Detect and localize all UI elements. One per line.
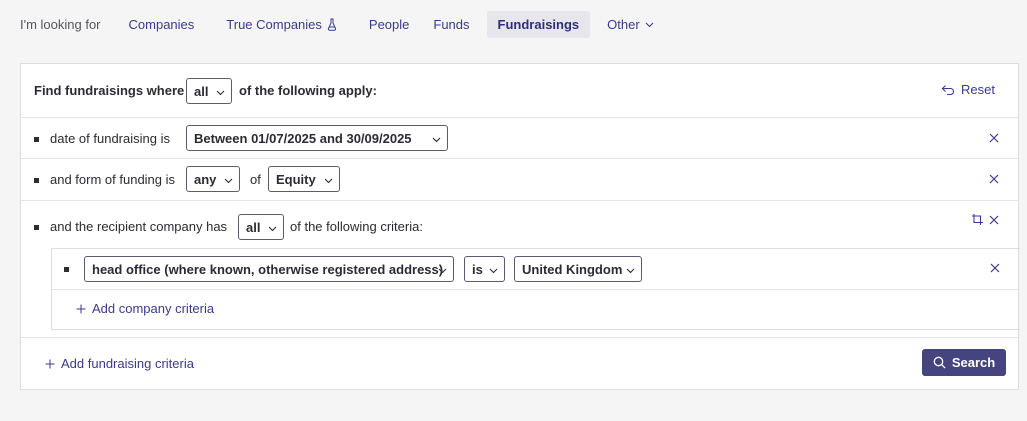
crop-icon[interactable] (971, 213, 984, 226)
remove-criterion-icon[interactable] (988, 132, 1000, 144)
reset-button[interactable]: Reset (941, 82, 995, 97)
search-button[interactable]: Search (922, 349, 1006, 376)
add-company-criteria-button[interactable]: Add company criteria (76, 301, 214, 316)
chevron-down-icon (432, 137, 441, 143)
undo-icon (941, 84, 954, 95)
search-type-nav: I'm looking for Companies True Companies… (20, 11, 665, 38)
query-intro: Find fundraisings where (34, 83, 185, 98)
criterion-label: and form of funding is (50, 172, 176, 187)
chevron-down-icon (224, 178, 233, 184)
flask-icon (327, 18, 337, 31)
bullet (64, 267, 69, 272)
criterion-suffix: of the following criteria: (290, 219, 423, 234)
company-value-select[interactable]: United Kingdom (514, 256, 642, 282)
query-suffix: of the following apply: (239, 83, 377, 98)
remove-criterion-icon[interactable] (988, 173, 1000, 185)
company-field-select[interactable]: head office (where known, otherwise regi… (84, 256, 454, 282)
criterion-row-funding-form: and form of funding is any of Equity (21, 159, 1018, 201)
tab-companies[interactable]: Companies (118, 11, 206, 38)
bullet (34, 137, 39, 142)
remove-company-criterion-icon[interactable] (989, 262, 1001, 274)
chevron-down-icon (645, 22, 654, 27)
criterion-label: and the recipient company has (50, 219, 228, 234)
date-range-select[interactable]: Between 01/07/2025 and 30/09/2025 (186, 125, 448, 151)
connector-label: of (250, 172, 261, 187)
company-operator-select[interactable]: is (464, 256, 505, 282)
company-criterion-row: head office (where known, otherwise regi… (52, 249, 1020, 290)
chevron-down-icon (438, 268, 447, 274)
remove-criterion-icon[interactable] (988, 214, 1000, 226)
nav-lead-label: I'm looking for (20, 17, 101, 32)
criterion-label: date of fundraising is (50, 131, 170, 146)
bullet (34, 178, 39, 183)
tab-funds[interactable]: Funds (422, 11, 480, 38)
chevron-down-icon (324, 178, 333, 184)
tab-people[interactable]: People (358, 11, 420, 38)
chevron-down-icon (268, 226, 277, 232)
chevron-down-icon (626, 268, 635, 274)
tab-fundraisings[interactable]: Fundraisings (486, 11, 591, 38)
chevron-down-icon (216, 90, 225, 96)
query-footer: Add fundraising criteria (21, 337, 1018, 390)
tab-other[interactable]: Other (596, 11, 665, 38)
funding-qualifier-select[interactable]: any (186, 166, 240, 192)
plus-icon (45, 359, 55, 368)
match-mode-select[interactable]: all (186, 78, 232, 104)
query-builder-panel: Find fundraisings where all of the follo… (20, 63, 1020, 390)
bullet (34, 225, 39, 230)
chevron-down-icon (489, 268, 498, 274)
plus-icon (76, 304, 86, 313)
add-fundraising-criteria-button[interactable]: Add fundraising criteria (45, 356, 194, 371)
company-match-mode-select[interactable]: all (238, 214, 284, 240)
company-criteria-group: head office (where known, otherwise regi… (51, 248, 1020, 330)
criterion-row-recipient-company: and the recipient company has all of the… (21, 201, 1020, 338)
funding-form-select[interactable]: Equity (268, 166, 340, 192)
query-header: Find fundraisings where all of the follo… (21, 64, 1018, 118)
tab-true-companies[interactable]: True Companies (215, 11, 348, 38)
search-icon (933, 356, 946, 369)
criterion-row-date: date of fundraising is Between 01/07/202… (21, 118, 1018, 159)
